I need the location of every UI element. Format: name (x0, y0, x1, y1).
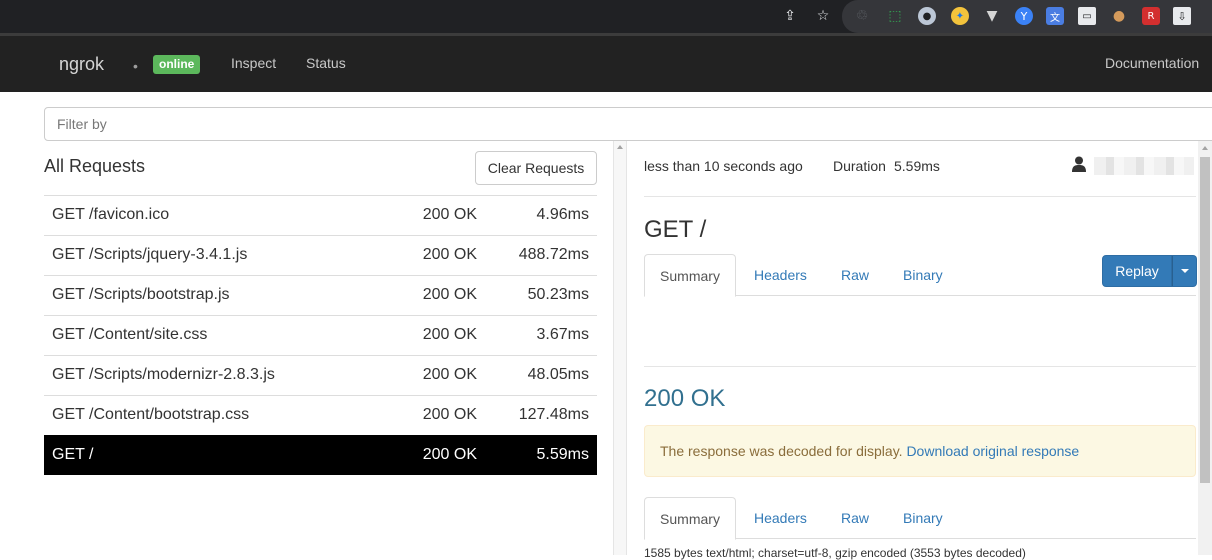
request-duration: 48.05ms (527, 366, 589, 383)
scroll-up-icon[interactable] (1202, 146, 1208, 150)
request-duration: 127.48ms (518, 406, 589, 423)
request-path: GET /Scripts/jquery-3.4.1.js (52, 246, 248, 263)
request-status: 200 OK (422, 406, 477, 423)
download-original-link[interactable]: Download original response (906, 443, 1079, 459)
navbar: ngrok • online Inspect Status Documentat… (0, 33, 1212, 92)
chevron-down-icon (1180, 269, 1189, 273)
duration-label: Duration (833, 158, 886, 174)
request-duration: 50.23ms (527, 286, 589, 303)
separator-dot: • (133, 58, 138, 74)
share-icon[interactable]: ⇪ (781, 7, 799, 25)
request-status: 200 OK (422, 206, 477, 223)
nav-inspect[interactable]: Inspect (231, 55, 276, 71)
nav-documentation[interactable]: Documentation (1105, 55, 1199, 71)
all-requests-title: All Requests (44, 156, 146, 176)
table-row[interactable]: GET /Scripts/modernizr-2.8.3.js 200 OK 4… (44, 355, 597, 395)
request-status: 200 OK (422, 366, 477, 383)
response-tabs: Summary Headers Raw Binary (644, 497, 1196, 540)
request-path: GET /favicon.ico (52, 206, 170, 223)
request-path: GET /Content/site.css (52, 326, 208, 343)
panel-divider[interactable] (613, 141, 627, 555)
star-icon[interactable]: ☆ (814, 7, 832, 25)
divider-line (644, 196, 1196, 197)
response-size-info: 1585 bytes text/html; charset=utf-8, gzi… (644, 546, 1026, 560)
tab-summary[interactable]: Summary (644, 497, 736, 540)
status-badge: online (153, 55, 201, 74)
divider-line (644, 366, 1196, 367)
request-status: 200 OK (422, 326, 477, 343)
download-box-icon[interactable]: ⇩ (1173, 7, 1191, 25)
requests-table: GET /favicon.ico 200 OK 4.96ms GET /Scri… (44, 195, 597, 475)
request-title: GET / (644, 216, 707, 243)
clear-requests-button[interactable]: Clear Requests (475, 151, 597, 185)
v-logo-icon[interactable]: ▼ (983, 7, 1001, 25)
screenshot-icon[interactable]: ⬚ (886, 7, 904, 25)
tab-summary[interactable]: Summary (644, 254, 736, 297)
nav-status[interactable]: Status (306, 55, 346, 71)
request-status: 200 OK (422, 286, 477, 303)
cookie-icon[interactable]: ● (1110, 7, 1128, 25)
response-status: 200 OK (644, 385, 726, 412)
request-time: less than 10 seconds ago (644, 158, 803, 174)
window-icon[interactable]: ▭ (1078, 7, 1096, 25)
tab-binary[interactable]: Binary (893, 254, 953, 296)
request-duration: 3.67ms (536, 326, 589, 343)
y-logo-icon[interactable]: Y (1015, 7, 1033, 25)
request-path: GET /Scripts/bootstrap.js (52, 286, 230, 303)
table-row[interactable]: GET /Content/bootstrap.css 200 OK 127.48… (44, 395, 597, 435)
request-path: GET /Scripts/modernizr-2.8.3.js (52, 366, 275, 383)
tab-headers[interactable]: Headers (744, 254, 817, 296)
circle-icon[interactable]: ● (918, 7, 936, 25)
filter-input[interactable] (44, 107, 1212, 141)
tab-binary[interactable]: Binary (893, 497, 953, 539)
request-duration: 4.96ms (536, 206, 589, 223)
table-row-selected[interactable]: GET / 200 OK 5.59ms (44, 435, 597, 475)
tab-raw[interactable]: Raw (831, 497, 879, 539)
table-row[interactable]: GET /Scripts/jquery-3.4.1.js 200 OK 488.… (44, 235, 597, 275)
table-row[interactable]: GET /Scripts/bootstrap.js 200 OK 50.23ms (44, 275, 597, 315)
request-path: GET /Content/bootstrap.css (52, 406, 250, 423)
scroll-up-icon[interactable] (617, 145, 623, 149)
duration-value: 5.59ms (894, 158, 940, 174)
request-duration: 5.59ms (536, 446, 589, 463)
request-path: GET / (52, 446, 94, 463)
request-duration: 488.72ms (518, 246, 589, 263)
compass-icon[interactable]: ✦ (951, 7, 969, 25)
decode-alert: The response was decoded for display. Do… (644, 425, 1196, 477)
tab-raw[interactable]: Raw (831, 254, 879, 296)
replay-button[interactable]: Replay (1102, 255, 1172, 287)
tab-headers[interactable]: Headers (744, 497, 817, 539)
scrollbar[interactable] (1198, 141, 1212, 555)
table-row[interactable]: GET /Content/site.css 200 OK 3.67ms (44, 315, 597, 355)
replay-button-group: Replay (1102, 255, 1197, 287)
user-icon (1072, 156, 1086, 172)
browser-toolbar: ⇪ ☆ ♲ ⬚ ● ✦ ▼ Y 文 ▭ ● R ⇩ (0, 0, 1212, 33)
brand-logo[interactable]: ngrok (59, 54, 104, 75)
translate-icon[interactable]: 文 (1046, 7, 1064, 25)
request-status: 200 OK (422, 246, 477, 263)
scrollbar-thumb[interactable] (1200, 157, 1210, 483)
replay-dropdown-toggle[interactable] (1172, 255, 1197, 287)
table-row[interactable]: GET /favicon.ico 200 OK 4.96ms (44, 195, 597, 235)
r-logo-icon[interactable]: R (1142, 7, 1160, 25)
recycle-icon[interactable]: ♲ (853, 7, 871, 25)
request-status: 200 OK (422, 446, 477, 463)
alert-text: The response was decoded for display. (660, 443, 903, 459)
redacted-client-ip (1094, 157, 1194, 175)
